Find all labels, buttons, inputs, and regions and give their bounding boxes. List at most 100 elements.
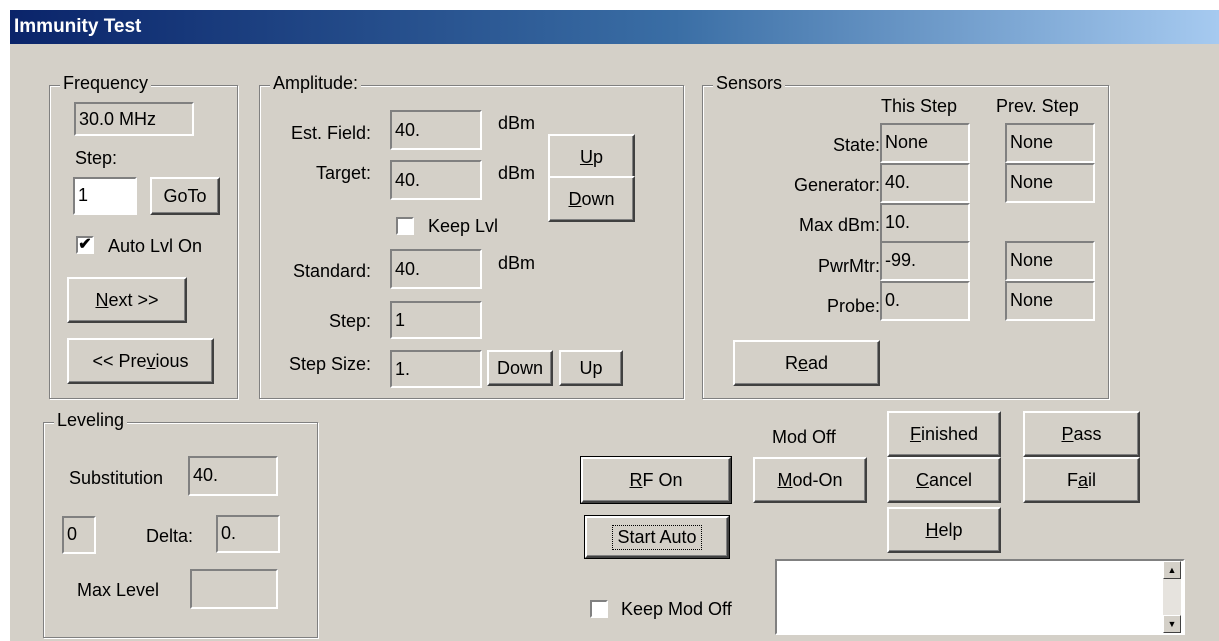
keep-mod-off-label: Keep Mod Off [621,599,732,619]
cancel-accel: C [915,469,929,490]
fail-accel: a [1077,469,1088,490]
next-label: ext >> [108,289,159,310]
delta-value: 0. [216,515,280,553]
finished-label: inished [920,423,979,444]
substitution-value: 40. [188,456,278,496]
start-auto-label: Start Auto [612,524,702,550]
standard-unit: dBm [498,253,536,273]
scroll-down-icon[interactable]: ▼ [1163,615,1181,633]
amp-step-value: 1 [390,301,482,339]
mod-on-button[interactable]: Mod-On [753,457,867,503]
max-level-value [190,569,278,609]
pass-button[interactable]: Pass [1023,411,1140,457]
step-size-value: 1. [390,350,482,388]
keep-lvl-checkbox[interactable] [396,217,414,235]
read-accel: e [797,352,808,373]
substitution-label: Substitution [69,468,164,488]
est-field-value: 40. [390,110,482,150]
step-down-button[interactable]: Down [487,350,553,386]
target-value: 40. [390,160,482,200]
title-bar[interactable]: Immunity Test [10,10,1219,44]
read-label-pre: R [784,352,798,373]
read-label-rest: ad [807,352,829,373]
amplitude-up-button[interactable]: Up [548,134,635,180]
auto-lvl-checkbox[interactable]: ✔ [76,236,94,254]
immunity-test-window: Immunity Test Frequency 30.0 MHz Step: 1… [10,10,1219,641]
est-field-unit: dBm [498,113,536,133]
message-scrollbar[interactable]: ▲ ▼ [1163,561,1181,633]
leveling-legend: Leveling [54,410,128,431]
sensor-prev-probe: None [1005,281,1095,321]
step-input[interactable]: 1 [73,177,137,215]
previous-label-rest: ious [155,350,189,371]
sensor-this-probe: 0. [880,281,970,321]
cancel-label: ancel [928,469,973,490]
next-button[interactable]: Next >> [67,277,187,323]
rf-on-label: F On [642,469,683,490]
help-button[interactable]: Help [887,507,1001,553]
standard-label: Standard: [292,261,371,281]
down-accel: D [568,188,582,209]
cancel-button[interactable]: Cancel [887,457,1001,503]
sensor-this-max-dbm: 10. [880,203,970,243]
target-unit: dBm [498,163,536,183]
mod-status-label: Mod Off [772,427,836,447]
previous-label-pre: << Pre [92,350,147,371]
step-size-label: Step Size: [288,354,371,374]
prev-step-header: Prev. Step [996,96,1079,116]
sensor-label-state: State: [832,135,880,155]
goto-button[interactable]: GoTo [150,177,220,215]
sensor-prev-generator: None [1005,163,1095,203]
max-level-label: Max Level [77,580,160,600]
previous-accel: v [146,350,156,371]
rf-on-accel: R [629,469,643,490]
up-label: p [592,146,603,167]
this-step-header: This Step [881,96,958,116]
target-label: Target: [315,163,371,183]
leveling-index-value: 0 [62,516,96,554]
standard-value: 40. [390,249,482,289]
mod-on-accel: M [777,469,793,490]
amplitude-down-button[interactable]: Down [548,176,635,222]
down-label: own [581,188,615,209]
auto-lvl-label: Auto Lvl On [108,236,203,256]
finished-accel: F [909,423,921,444]
finished-button[interactable]: Finished [887,411,1001,457]
sensor-prev-pwrmtr: None [1005,241,1095,281]
sensors-legend: Sensors [713,73,786,94]
read-button[interactable]: Read [733,340,880,386]
sensor-prev-state: None [1005,123,1095,163]
amp-step-label: Step: [328,311,371,331]
frequency-value: 30.0 MHz [74,102,194,136]
keep-mod-off-checkbox[interactable] [590,600,608,618]
message-box[interactable] [775,559,1185,635]
sensor-label-pwrmtr: PwrMtr: [818,256,880,276]
sensor-label-max-dbm: Max dBm: [798,215,880,235]
up-accel: U [579,146,593,167]
keep-lvl-label: Keep Lvl [428,216,499,236]
fail-label-pre: F [1066,469,1078,490]
sensor-label-generator: Generator: [793,175,880,195]
next-accel: N [95,289,109,310]
est-field-label: Est. Field: [290,123,371,143]
amplitude-legend: Amplitude: [270,73,362,94]
help-accel: H [925,519,939,540]
step-up-button[interactable]: Up [559,350,623,386]
previous-button[interactable]: << Previous [67,338,214,384]
fail-button[interactable]: Fail [1023,457,1140,503]
scroll-up-icon[interactable]: ▲ [1163,561,1181,579]
sensor-this-generator: 40. [880,163,970,203]
window-title: Immunity Test [14,16,142,37]
pass-label: ass [1073,423,1102,444]
pass-accel: P [1061,423,1074,444]
delta-label: Delta: [146,526,194,546]
check-mark-icon: ✔ [78,236,92,253]
sensor-label-probe: Probe: [826,296,880,316]
rf-on-button[interactable]: RF On [580,456,732,504]
frequency-legend: Frequency [60,73,152,94]
step-label: Step: [75,148,118,168]
sensor-this-state: None [880,123,970,163]
sensor-this-pwrmtr: -99. [880,241,970,281]
mod-on-label: od-On [792,469,843,490]
start-auto-button[interactable]: Start Auto [584,515,730,559]
